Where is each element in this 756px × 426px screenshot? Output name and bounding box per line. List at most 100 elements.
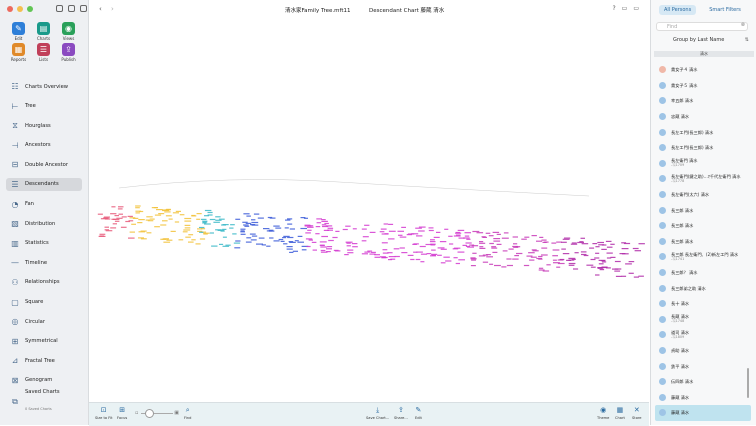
person-node[interactable] [222,224,229,226]
person-node[interactable] [482,254,488,256]
person-list-item[interactable]: 長三郎？ 清水 [655,265,751,281]
person-node[interactable] [415,227,422,229]
person-node[interactable] [308,225,314,227]
person-node[interactable] [162,209,169,211]
person-node[interactable] [479,241,484,243]
person-node[interactable] [219,243,224,245]
person-node[interactable] [383,223,389,225]
person-node[interactable] [202,221,208,223]
person-node[interactable] [524,236,530,238]
person-node[interactable] [178,239,184,241]
minimize-window-button[interactable] [17,6,23,12]
person-node[interactable] [316,222,322,224]
person-node[interactable] [472,230,480,233]
nav-item-circular[interactable]: ◎ Circular [6,315,82,328]
person-list-item[interactable]: 長三郎 清水 [655,202,751,218]
person-node[interactable] [633,276,639,278]
person-node[interactable] [430,239,435,241]
person-node[interactable] [188,234,194,236]
person-node[interactable] [286,248,293,250]
person-node[interactable] [321,219,326,221]
charts-button[interactable]: ▤ Charts [31,22,56,41]
person-node[interactable] [508,248,514,250]
person-node[interactable] [444,228,449,230]
person-node[interactable] [542,270,550,272]
person-node[interactable] [233,242,241,244]
person-node[interactable] [201,218,207,220]
share-button[interactable]: ⇪ Share... [394,406,408,420]
person-node[interactable] [110,213,117,215]
person-node[interactable] [158,213,165,215]
person-node[interactable] [394,255,400,258]
person-node[interactable] [429,241,436,243]
person-node[interactable] [506,258,512,260]
person-node[interactable] [496,243,502,245]
person-node[interactable] [294,240,299,242]
views-button[interactable]: ◉ Views [56,22,81,41]
person-node[interactable] [433,236,440,238]
person-node[interactable] [512,258,519,260]
person-node[interactable] [445,260,452,262]
person-node[interactable] [605,240,612,242]
person-node[interactable] [182,231,188,233]
nav-item-fan[interactable]: ◔ Fan [6,198,82,211]
person-node[interactable] [513,243,518,245]
person-node[interactable] [428,229,434,232]
nav-item-fractal-tree[interactable]: ⊿ Fractal Tree [6,354,82,367]
person-node[interactable] [266,230,272,232]
person-node[interactable] [470,258,477,260]
nav-item-double-ancestor[interactable]: ⊟ Double Ancestor [6,158,82,171]
person-node[interactable] [300,217,306,219]
person-node[interactable] [380,228,387,230]
person-node[interactable] [307,226,314,228]
person-node[interactable] [551,242,557,244]
people-icon[interactable] [80,5,87,12]
person-node[interactable] [457,229,465,231]
person-node[interactable] [361,253,368,255]
person-node[interactable] [374,254,380,256]
person-node[interactable] [301,249,307,251]
person-list-item[interactable]: 長三郎 清水 [655,218,751,234]
person-node[interactable] [564,237,571,239]
person-node[interactable] [513,246,519,248]
person-node[interactable] [306,245,311,248]
person-node[interactable] [592,243,598,245]
person-node[interactable] [628,261,635,263]
person-node[interactable] [552,259,557,261]
person-node[interactable] [601,248,607,250]
person-node[interactable] [287,223,293,225]
person-node[interactable] [449,243,454,245]
person-node[interactable] [250,239,257,241]
person-node[interactable] [282,237,287,239]
person-node[interactable] [235,218,241,220]
person-node[interactable] [628,272,634,274]
person-list-item[interactable]: 長左衛門 清水 -ﾏｽ1709 [655,156,751,172]
person-node[interactable] [257,217,264,219]
person-node[interactable] [170,230,176,232]
person-node[interactable] [562,238,570,240]
person-node[interactable] [528,252,535,254]
person-node[interactable] [598,259,606,261]
zoom-slider-knob[interactable] [145,409,154,418]
person-node[interactable] [393,248,400,250]
person-node[interactable] [457,251,465,253]
person-node[interactable] [552,255,558,257]
person-node[interactable] [240,233,246,235]
person-node[interactable] [243,213,250,215]
person-node[interactable] [597,267,603,269]
person-node[interactable] [455,262,460,265]
person-node[interactable] [172,212,179,214]
clear-search-icon[interactable]: ⊗ [741,22,745,28]
person-node[interactable] [541,239,547,241]
person-node[interactable] [327,227,334,229]
person-node[interactable] [470,265,476,267]
person-node[interactable] [369,231,376,233]
store-button[interactable]: ✕ Store [632,406,642,420]
person-node[interactable] [315,233,320,235]
person-node[interactable] [201,228,206,230]
person-node[interactable] [420,253,428,255]
person-node[interactable] [426,253,432,255]
person-node[interactable] [99,235,105,237]
person-node[interactable] [488,235,494,237]
person-node[interactable] [104,226,110,228]
